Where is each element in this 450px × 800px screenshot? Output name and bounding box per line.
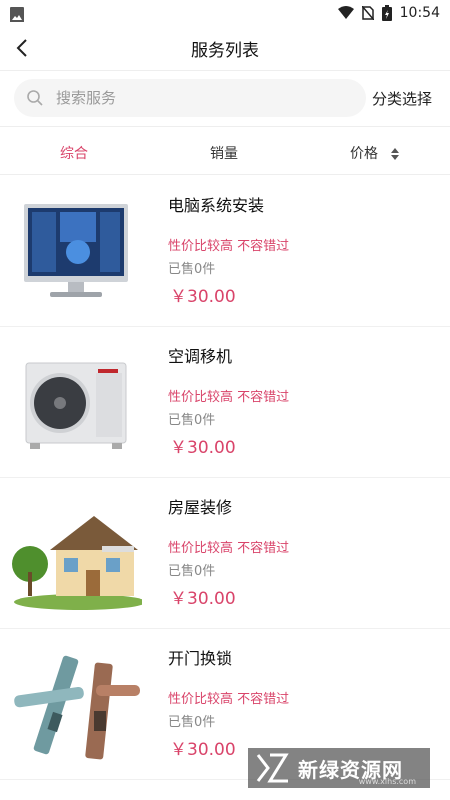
watermark-logo: 新绿资源网 www.xlhs.com	[248, 748, 430, 788]
door-lock-image	[10, 649, 142, 761]
service-slogan: 性价比较高 不容错过	[168, 692, 290, 707]
divider	[0, 126, 450, 127]
sort-bar: 综合 销量 价格	[0, 128, 450, 174]
category-select-button[interactable]: 分类选择	[372, 88, 432, 109]
ac-outdoor-unit-image	[10, 347, 142, 459]
sort-tab-sales[interactable]: 销量	[210, 143, 238, 163]
sold-count: 已售0件	[168, 262, 216, 277]
service-item[interactable]: 房屋装修 性价比较高 不容错过 已售0件 ￥30.00	[0, 478, 450, 629]
sold-count: 已售0件	[168, 715, 216, 730]
watermark-sub: www.xlhs.com	[358, 777, 416, 786]
service-name: 空调移机	[168, 347, 233, 366]
service-list: 电脑系统安装 性价比较高 不容错过 已售0件 ￥30.00 空调移机 性价比较高…	[0, 176, 450, 780]
sort-tab-price-label: 价格	[350, 146, 378, 162]
service-price: ￥30.00	[170, 589, 236, 609]
service-price: ￥30.00	[170, 740, 236, 760]
divider	[0, 174, 450, 175]
divider	[0, 70, 450, 71]
service-name: 电脑系统安装	[168, 196, 265, 215]
service-slogan: 性价比较高 不容错过	[168, 541, 290, 556]
search-row: 分类选择	[0, 76, 450, 120]
computer-monitor-image	[10, 196, 142, 308]
watermark-mark-icon	[256, 753, 289, 783]
page-title: 服务列表	[191, 40, 259, 61]
sort-tab-price[interactable]: 价格	[350, 143, 400, 163]
search-icon	[27, 90, 43, 106]
gallery-icon	[10, 7, 24, 22]
status-bar: 10:54	[0, 0, 450, 26]
service-name: 房屋装修	[168, 498, 233, 517]
header: 服务列表	[0, 26, 450, 70]
search-box[interactable]	[14, 79, 366, 117]
chevron-left-icon	[16, 39, 27, 57]
service-slogan: 性价比较高 不容错过	[168, 390, 290, 405]
wifi-icon	[337, 6, 354, 19]
back-button[interactable]	[12, 36, 34, 60]
battery-icon	[381, 5, 392, 21]
service-name: 开门换锁	[168, 649, 233, 668]
sort-tab-comprehensive[interactable]: 综合	[60, 143, 88, 163]
sort-arrows-icon	[391, 148, 400, 160]
status-time: 10:54	[399, 5, 440, 21]
house-image	[10, 498, 146, 610]
service-slogan: 性价比较高 不容错过	[168, 239, 290, 254]
service-price: ￥30.00	[170, 287, 236, 307]
service-item[interactable]: 空调移机 性价比较高 不容错过 已售0件 ￥30.00	[0, 327, 450, 478]
sold-count: 已售0件	[168, 564, 216, 579]
no-sim-icon	[361, 6, 374, 20]
service-item[interactable]: 电脑系统安装 性价比较高 不容错过 已售0件 ￥30.00	[0, 176, 450, 327]
service-price: ￥30.00	[170, 438, 236, 458]
search-input[interactable]	[56, 89, 316, 107]
sold-count: 已售0件	[168, 413, 216, 428]
